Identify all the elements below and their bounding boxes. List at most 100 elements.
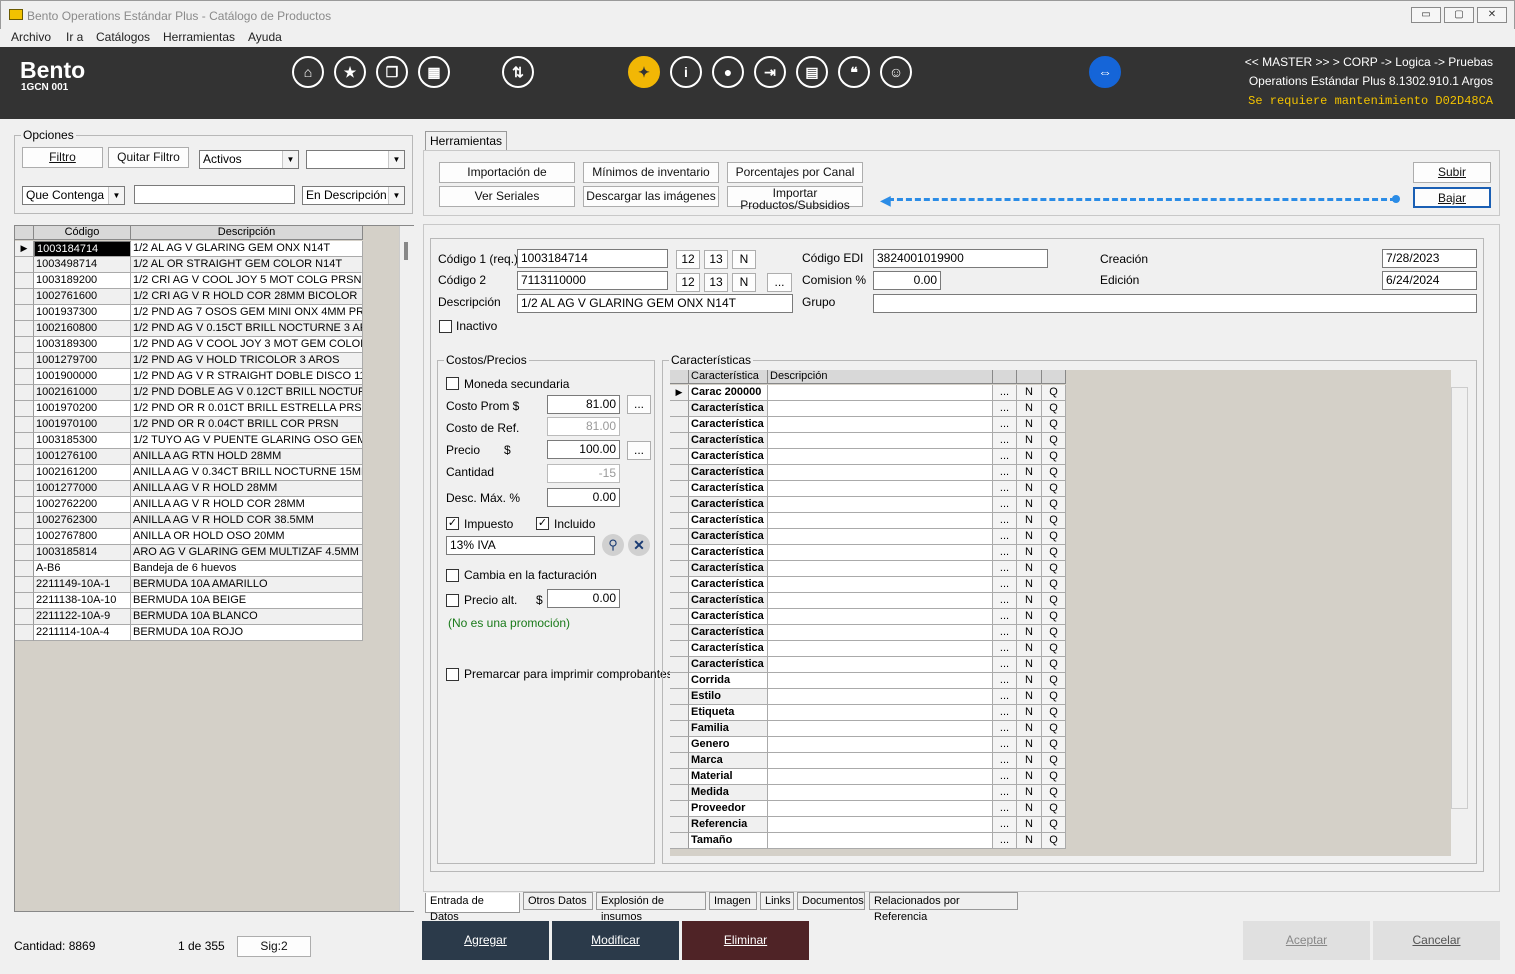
feature-desc-cell[interactable] <box>768 737 993 753</box>
row-selector[interactable] <box>15 401 34 417</box>
row-selector[interactable] <box>15 353 34 369</box>
feature-row-selector[interactable] <box>670 465 689 481</box>
feature-desc-cell[interactable] <box>768 641 993 657</box>
clear-icon[interactable]: ✕ <box>628 534 650 556</box>
row-selector[interactable] <box>15 385 34 401</box>
feature-n-button[interactable]: N <box>1017 433 1042 449</box>
feature-row-selector[interactable] <box>670 625 689 641</box>
product-code-cell[interactable]: 1001277000 <box>34 481 131 497</box>
feature-desc-cell[interactable] <box>768 801 993 817</box>
feature-n-button[interactable]: N <box>1017 417 1042 433</box>
feature-n-button[interactable]: N <box>1017 689 1042 705</box>
feature-q-button[interactable]: Q <box>1042 545 1066 561</box>
feature-more-button[interactable]: ... <box>993 481 1017 497</box>
feature-desc-cell[interactable] <box>768 385 993 401</box>
feature-q-button[interactable]: Q <box>1042 689 1066 705</box>
product-code-cell[interactable]: 1001276100 <box>34 449 131 465</box>
feature-more-button[interactable]: ... <box>993 401 1017 417</box>
row-selector[interactable] <box>15 577 34 593</box>
feature-desc-cell[interactable] <box>768 465 993 481</box>
feature-more-button[interactable]: ... <box>993 705 1017 721</box>
support-icon[interactable]: ☺ <box>880 56 912 88</box>
feature-row-selector[interactable] <box>670 481 689 497</box>
feature-q-button[interactable]: Q <box>1042 753 1066 769</box>
product-code-cell[interactable]: 1003184714 <box>34 241 131 257</box>
feature-n-button[interactable]: N <box>1017 481 1042 497</box>
feature-n-button[interactable]: N <box>1017 385 1042 401</box>
product-desc-cell[interactable]: BERMUDA 10A ROJO <box>131 625 363 641</box>
feature-row-selector[interactable] <box>670 769 689 785</box>
desc-input[interactable]: 1/2 AL AG V GLARING GEM ONX N14T <box>517 294 793 313</box>
feature-more-button[interactable]: ... <box>993 625 1017 641</box>
list-scrollbar[interactable] <box>399 226 414 911</box>
feature-q-button[interactable]: Q <box>1042 769 1066 785</box>
feature-q-button[interactable]: Q <box>1042 817 1066 833</box>
feature-name-cell[interactable]: Característica <box>689 545 768 561</box>
feature-name-cell[interactable]: Característica <box>689 561 768 577</box>
feature-desc-cell[interactable] <box>768 513 993 529</box>
menu-ayuda[interactable]: Ayuda <box>248 30 282 44</box>
product-desc-cell[interactable]: BERMUDA 10A AMARILLO <box>131 577 363 593</box>
product-desc-cell[interactable]: ANILLA OR HOLD OSO 20MM <box>131 529 363 545</box>
feature-desc-cell[interactable] <box>768 449 993 465</box>
product-desc-cell[interactable]: 1/2 PND AG V COOL JOY 3 MOT GEM COLOR <box>131 337 363 353</box>
row-selector[interactable] <box>15 417 34 433</box>
feature-q-button[interactable]: Q <box>1042 529 1066 545</box>
feature-name-cell[interactable]: Estilo <box>689 689 768 705</box>
feature-more-button[interactable]: ... <box>993 785 1017 801</box>
info-icon[interactable]: i <box>670 56 702 88</box>
feature-more-button[interactable]: ... <box>993 721 1017 737</box>
tab-documentos[interactable]: Documentos <box>797 892 865 910</box>
row-selector[interactable] <box>15 273 34 289</box>
feature-n-button[interactable]: N <box>1017 753 1042 769</box>
pin-icon[interactable]: ✦ <box>628 56 660 88</box>
feature-q-button[interactable]: Q <box>1042 593 1066 609</box>
feature-more-button[interactable]: ... <box>993 497 1017 513</box>
feature-row-selector[interactable] <box>670 801 689 817</box>
product-code-cell[interactable]: 1002767800 <box>34 529 131 545</box>
feature-more-button[interactable]: ... <box>993 817 1017 833</box>
feature-name-cell[interactable]: Característica <box>689 449 768 465</box>
col-header-feature-desc[interactable]: Descripción <box>768 370 993 384</box>
feature-row-selector[interactable] <box>670 689 689 705</box>
feature-n-button[interactable]: N <box>1017 449 1042 465</box>
product-code-cell[interactable]: 1003498714 <box>34 257 131 273</box>
feature-row-selector[interactable] <box>670 433 689 449</box>
feature-row-selector[interactable] <box>670 641 689 657</box>
tab-otros-datos[interactable]: Otros Datos <box>523 892 593 910</box>
product-desc-cell[interactable]: ANILLA AG V R HOLD COR 38.5MM <box>131 513 363 529</box>
feature-q-button[interactable]: Q <box>1042 641 1066 657</box>
status-select[interactable]: Activos ▼ <box>199 150 299 169</box>
code1-input[interactable]: 1003184714 <box>517 249 668 268</box>
feature-row-selector[interactable] <box>670 401 689 417</box>
feature-q-button[interactable]: Q <box>1042 465 1066 481</box>
feature-row-selector[interactable] <box>670 673 689 689</box>
product-code-cell[interactable]: 1001970100 <box>34 417 131 433</box>
feature-row-selector[interactable] <box>670 417 689 433</box>
minimize-button[interactable]: ▭ <box>1411 7 1441 23</box>
product-code-cell[interactable]: A-B6 <box>34 561 131 577</box>
sort-icon[interactable]: ⇅ <box>502 56 534 88</box>
feature-n-button[interactable]: N <box>1017 721 1042 737</box>
feature-more-button[interactable]: ... <box>993 529 1017 545</box>
product-desc-cell[interactable]: 1/2 PND OR R 0.04CT BRILL COR PRSN <box>131 417 363 433</box>
product-desc-cell[interactable]: 1/2 PND AG V R STRAIGHT DOBLE DISCO 11M <box>131 369 363 385</box>
product-code-cell[interactable]: 2211114-10A-4 <box>34 625 131 641</box>
tab-explosión-de-insumos[interactable]: Explosión de insumos <box>596 892 706 923</box>
current-row-indicator[interactable]: ▶ <box>15 241 34 257</box>
feature-name-cell[interactable]: Característica <box>689 529 768 545</box>
code2-13-button[interactable]: 13 <box>704 273 728 292</box>
included-checkbox[interactable]: ✓ <box>536 517 549 530</box>
feature-q-button[interactable]: Q <box>1042 401 1066 417</box>
product-code-cell[interactable]: 1003189200 <box>34 273 131 289</box>
feature-desc-cell[interactable] <box>768 593 993 609</box>
product-desc-cell[interactable]: 1/2 TUYO AG V PUENTE GLARING OSO GEM O <box>131 433 363 449</box>
feature-row-selector[interactable] <box>670 561 689 577</box>
feature-q-button[interactable]: Q <box>1042 433 1066 449</box>
quote-icon[interactable]: ❝ <box>838 56 870 88</box>
row-selector[interactable] <box>15 257 34 273</box>
menu-ir-a[interactable]: Ir a <box>66 30 83 44</box>
feature-name-cell[interactable]: Referencia <box>689 817 768 833</box>
code1-13-button[interactable]: 13 <box>704 250 728 269</box>
feature-name-cell[interactable]: Característica <box>689 513 768 529</box>
